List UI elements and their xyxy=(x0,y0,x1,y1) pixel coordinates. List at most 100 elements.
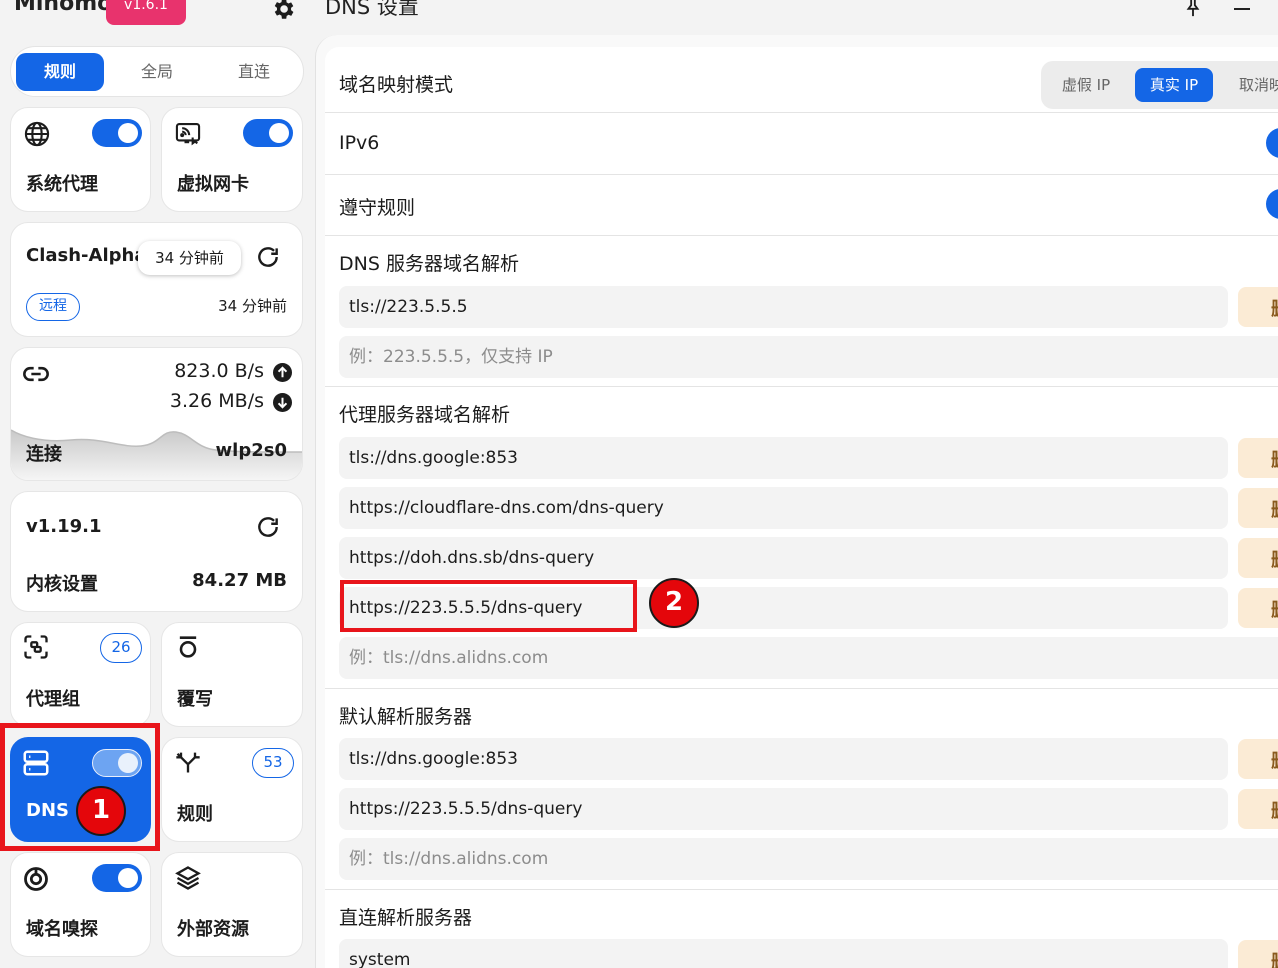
delete-label: 删 xyxy=(1271,797,1278,823)
arrow-down-icon xyxy=(273,393,292,412)
resources-card[interactable]: 外部资源 xyxy=(161,852,303,957)
settings-gear-icon[interactable] xyxy=(270,0,296,22)
annotation-marker-1: 1 xyxy=(76,786,126,836)
delete-label: 删 xyxy=(1271,496,1278,522)
delete-button[interactable]: 删 xyxy=(1238,287,1278,327)
version-badge: v1.6.1 xyxy=(106,0,186,25)
pin-icon[interactable] xyxy=(1182,0,1204,18)
tun-label: 虚拟网卡 xyxy=(177,174,249,195)
sniffer-toggle[interactable] xyxy=(92,864,142,892)
updated-tooltip: 34 分钟前 xyxy=(138,241,241,275)
divider xyxy=(325,112,1278,113)
divider xyxy=(325,386,1278,387)
tab-direct-mode[interactable]: 直连 xyxy=(210,53,298,91)
remote-tag: 远程 xyxy=(26,293,80,321)
refresh-icon[interactable] xyxy=(255,244,281,270)
tun-card[interactable]: 虚拟网卡 xyxy=(161,107,303,212)
override-icon xyxy=(179,636,197,658)
divider xyxy=(325,688,1278,689)
memory-usage: 84.27 MB xyxy=(192,570,287,591)
delete-button[interactable]: 删 xyxy=(1238,488,1278,528)
proxy-nameserver-label: 代理服务器域名解析 xyxy=(339,404,511,426)
sniffer-card[interactable]: 域名嗅探 xyxy=(10,852,151,957)
sniffer-label: 域名嗅探 xyxy=(26,919,98,940)
tun-toggle[interactable] xyxy=(243,119,293,147)
profile-card[interactable]: Clash-Alpha 34 分钟前 远程 34 分钟前 xyxy=(10,222,303,337)
app-logo: Mihomo xyxy=(14,0,113,16)
system-proxy-toggle[interactable] xyxy=(92,119,142,147)
divider xyxy=(325,235,1278,236)
focus-scan-icon xyxy=(24,635,48,659)
app-window: Mihomo v1.6.1 规则 全局 直连 系统代理 虚拟网卡 Clash-A… xyxy=(0,0,1278,968)
core-settings-label: 内核设置 xyxy=(26,574,98,595)
restart-core-icon[interactable] xyxy=(255,514,281,540)
delete-button[interactable]: 删 xyxy=(1238,438,1278,478)
proxy-nameserver-input[interactable]: 例：tls://dns.alidns.com xyxy=(339,637,1278,679)
system-proxy-label: 系统代理 xyxy=(26,174,98,195)
mode-segmented-control: 规则 全局 直连 xyxy=(10,46,304,97)
respect-rules-label: 遵守规则 xyxy=(339,197,416,219)
page-title: DNS 设置 xyxy=(325,0,419,19)
proxy-nameserver-entry[interactable]: https://cloudflare-dns.com/dns-query xyxy=(339,487,1228,529)
arrow-up-icon xyxy=(273,363,292,382)
tab-rule-mode[interactable]: 规则 xyxy=(16,53,104,91)
highlight-box-dns xyxy=(0,723,160,851)
nameserver-entry[interactable]: tls://dns.google:853 xyxy=(339,738,1228,780)
delete-button[interactable]: 删 xyxy=(1238,940,1278,968)
annotation-marker-2: 2 xyxy=(649,578,699,628)
profile-name: Clash-Alpha xyxy=(26,245,147,266)
option-real-ip[interactable]: 真实 IP xyxy=(1135,68,1213,102)
delete-label: 删 xyxy=(1271,295,1278,321)
globe-icon xyxy=(24,121,50,147)
delete-button[interactable]: 删 xyxy=(1238,538,1278,578)
upload-speed: 823.0 B/s xyxy=(174,360,264,382)
nameserver-input[interactable]: 例：tls://dns.alidns.com xyxy=(339,838,1278,880)
enhanced-mode-segmented: 虚假 IP 真实 IP 取消映 xyxy=(1041,61,1278,109)
sniff-icon xyxy=(24,867,48,891)
direct-nameserver-entry[interactable]: system xyxy=(339,939,1228,968)
ipv6-label: IPv6 xyxy=(339,132,380,154)
monitor-network-icon xyxy=(175,123,201,146)
option-redir-host[interactable]: 取消映 xyxy=(1225,68,1278,102)
divider xyxy=(325,174,1278,175)
delete-button[interactable]: 删 xyxy=(1238,789,1278,829)
profile-updated-time: 34 分钟前 xyxy=(218,297,287,315)
delete-button[interactable]: 删 xyxy=(1238,588,1278,628)
default-nameserver-entry[interactable]: tls://223.5.5.5 xyxy=(339,286,1228,328)
rules-label: 规则 xyxy=(177,804,213,825)
system-proxy-card[interactable]: 系统代理 xyxy=(10,107,151,212)
core-card[interactable]: v1.19.1 内核设置 84.27 MB xyxy=(10,491,303,612)
rules-card[interactable]: 53 规则 xyxy=(161,737,303,842)
proxy-groups-count: 26 xyxy=(100,633,142,663)
override-card[interactable]: 覆写 xyxy=(161,622,303,727)
proxy-groups-label: 代理组 xyxy=(26,689,80,710)
nameserver-entry[interactable]: https://223.5.5.5/dns-query xyxy=(339,788,1228,830)
fork-icon xyxy=(176,752,200,773)
rules-count: 53 xyxy=(252,748,294,778)
divider xyxy=(325,889,1278,890)
connections-card[interactable]: 823.0 B/s 3.26 MB/s 连接 wlp2s0 xyxy=(10,347,303,481)
tab-global-mode[interactable]: 全局 xyxy=(113,53,201,91)
network-interface: wlp2s0 xyxy=(215,440,287,461)
delete-label: 删 xyxy=(1271,446,1278,472)
proxy-nameserver-entry[interactable]: tls://dns.google:853 xyxy=(339,437,1228,479)
delete-label: 删 xyxy=(1271,546,1278,572)
sidebar: Mihomo v1.6.1 规则 全局 直连 系统代理 虚拟网卡 Clash-A… xyxy=(0,0,313,968)
resources-label: 外部资源 xyxy=(177,919,249,940)
delete-label: 删 xyxy=(1271,948,1278,968)
nameserver-label: 默认解析服务器 xyxy=(339,706,473,728)
delete-label: 删 xyxy=(1271,747,1278,773)
default-nameserver-input[interactable]: 例：223.5.5.5，仅支持 IP xyxy=(339,336,1278,378)
delete-button[interactable]: 删 xyxy=(1238,739,1278,779)
enhanced-mode-label: 域名映射模式 xyxy=(339,74,454,96)
connections-label: 连接 xyxy=(26,444,62,465)
direct-nameserver-label: 直连解析服务器 xyxy=(339,907,473,929)
option-fake-ip[interactable]: 虚假 IP xyxy=(1049,68,1123,102)
highlight-box-doh-entry xyxy=(340,580,637,632)
link-icon xyxy=(23,366,49,382)
proxy-nameserver-entry[interactable]: https://doh.dns.sb/dns-query xyxy=(339,537,1228,579)
proxy-groups-card[interactable]: 26 代理组 xyxy=(10,622,151,727)
core-version: v1.19.1 xyxy=(26,516,102,537)
delete-label: 删 xyxy=(1271,596,1278,622)
minimize-icon[interactable] xyxy=(1234,8,1250,10)
